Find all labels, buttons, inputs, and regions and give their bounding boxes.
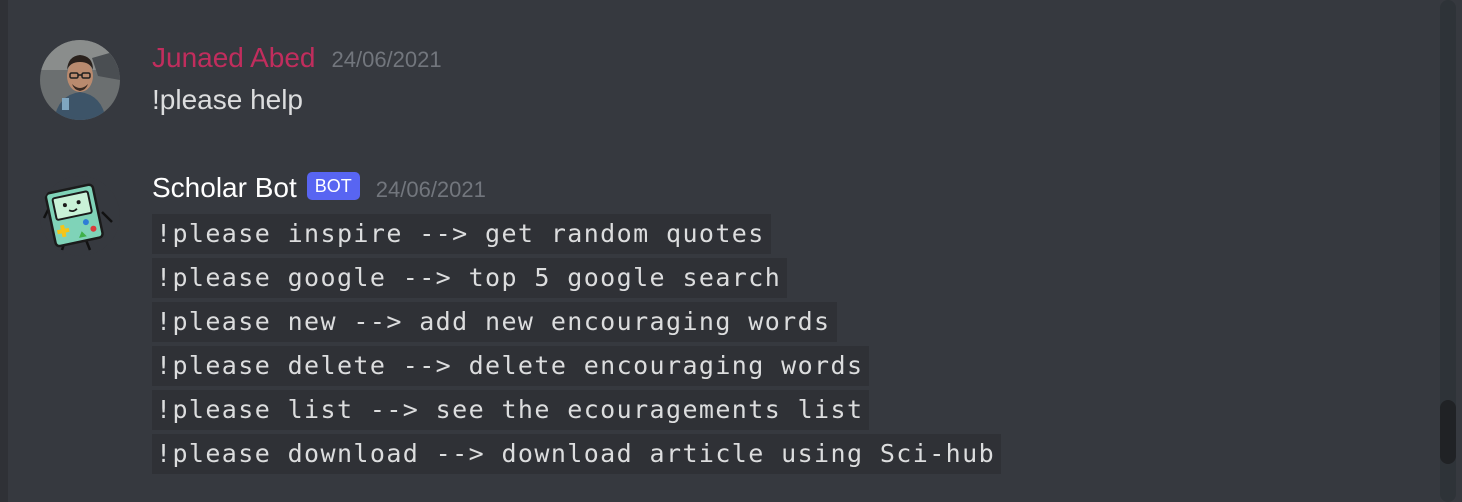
author-name[interactable]: Scholar Bot xyxy=(152,170,297,206)
code-line: !please inspire --> get random quotes xyxy=(152,214,771,254)
message-header: Junaed Abed 24/06/2021 xyxy=(152,40,1422,76)
scrollbar-thumb[interactable] xyxy=(1440,400,1456,464)
message-body: Junaed Abed 24/06/2021 !please help xyxy=(152,40,1422,120)
code-line: !please delete --> delete encouraging wo… xyxy=(152,346,870,386)
message-content: !please help xyxy=(152,84,304,115)
author-name[interactable]: Junaed Abed xyxy=(152,40,316,76)
code-block: !please inspire --> get random quotes !p… xyxy=(152,214,1422,474)
message-timestamp[interactable]: 24/06/2021 xyxy=(332,42,442,78)
code-line: !please new --> add new encouraging word… xyxy=(152,302,837,342)
message-timestamp[interactable]: 24/06/2021 xyxy=(376,172,486,208)
message-body: Scholar Bot BOT 24/06/2021 !please inspi… xyxy=(152,170,1422,478)
message-header: Scholar Bot BOT 24/06/2021 xyxy=(152,170,1422,206)
code-line: !please google --> top 5 google search xyxy=(152,258,788,298)
chat-messages-pane: Junaed Abed 24/06/2021 !please help Scho… xyxy=(0,0,1462,502)
user-avatar-icon[interactable] xyxy=(40,40,120,120)
message-item: Junaed Abed 24/06/2021 !please help xyxy=(40,40,1422,140)
bot-tag-badge: BOT xyxy=(306,172,360,200)
code-line: !please list --> see the ecouragements l… xyxy=(152,390,870,430)
bot-avatar-icon[interactable] xyxy=(40,176,120,256)
code-line: !please download --> download article us… xyxy=(152,434,1002,474)
message-item: Scholar Bot BOT 24/06/2021 !please inspi… xyxy=(40,170,1422,480)
channel-sidebar-edge xyxy=(0,0,8,502)
